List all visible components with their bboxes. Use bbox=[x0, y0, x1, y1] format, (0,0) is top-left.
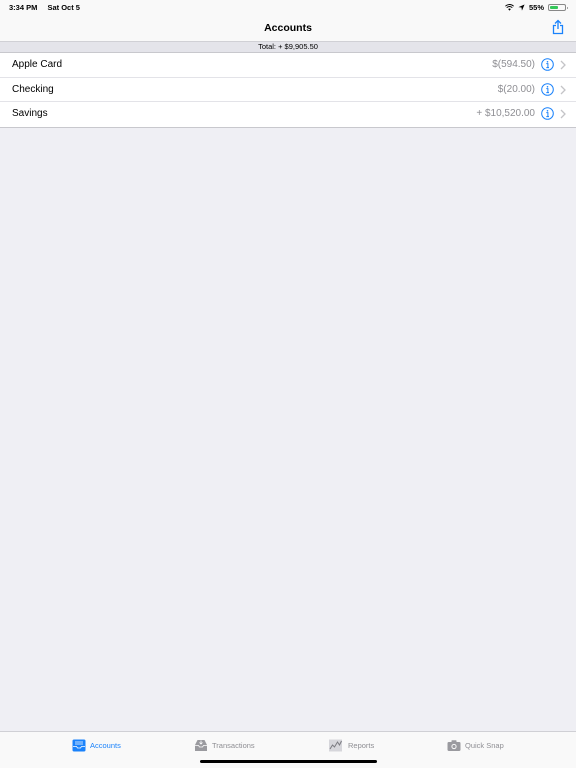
total-value: + $9,905.50 bbox=[278, 42, 318, 51]
transactions-inbox-icon bbox=[195, 740, 207, 751]
tab-label: Reports bbox=[348, 741, 375, 750]
tab-reports[interactable]: Reports bbox=[327, 739, 374, 752]
account-amount: + $10,520.00 bbox=[476, 108, 535, 119]
accounts-list: Apple Card $(594.50) Checking $(20.00) S… bbox=[0, 53, 576, 128]
battery-icon bbox=[548, 4, 568, 11]
tab-accounts[interactable]: Accounts bbox=[72, 739, 121, 752]
account-row-checking[interactable]: Checking $(20.00) bbox=[0, 78, 576, 102]
tab-transactions[interactable]: Transactions bbox=[194, 739, 255, 752]
account-name: Savings bbox=[12, 108, 48, 119]
account-amount: $(20.00) bbox=[497, 83, 535, 95]
account-row-savings[interactable]: Savings + $10,520.00 bbox=[0, 102, 576, 127]
tab-label: Transactions bbox=[212, 741, 255, 750]
account-amount: $(594.50) bbox=[492, 59, 535, 70]
accounts-tray-icon bbox=[72, 739, 86, 752]
share-button[interactable] bbox=[550, 19, 566, 35]
location-icon bbox=[518, 4, 525, 11]
tab-label: Accounts bbox=[90, 741, 121, 750]
account-name: Checking bbox=[12, 83, 54, 95]
account-row-apple-card[interactable]: Apple Card $(594.50) bbox=[0, 53, 576, 78]
home-indicator bbox=[200, 760, 377, 763]
account-name: Apple Card bbox=[12, 59, 63, 70]
navigation-bar: Accounts bbox=[0, 14, 576, 42]
tab-label: Quick Snap bbox=[465, 741, 504, 750]
camera-icon bbox=[447, 740, 461, 751]
wifi-icon bbox=[505, 4, 514, 11]
total-bar: Total: + $9,905.50 bbox=[0, 42, 576, 53]
status-time: 3:34 PM bbox=[9, 3, 38, 12]
reports-chart-icon bbox=[329, 739, 342, 752]
chevron-right-icon bbox=[560, 109, 566, 119]
status-bar: 3:34 PM Sat Oct 5 55% bbox=[0, 0, 576, 14]
total-label: Total: bbox=[258, 42, 276, 51]
page-title: Accounts bbox=[264, 22, 312, 34]
info-button[interactable] bbox=[541, 58, 554, 71]
battery-percent: 55% bbox=[528, 3, 544, 12]
info-button[interactable] bbox=[541, 107, 554, 120]
tab-quick-snap[interactable]: Quick Snap bbox=[447, 739, 504, 752]
chevron-right-icon bbox=[560, 85, 566, 94]
chevron-right-icon bbox=[560, 60, 566, 70]
battery-level bbox=[550, 6, 558, 9]
info-button[interactable] bbox=[541, 82, 554, 96]
status-date: Sat Oct 5 bbox=[47, 3, 80, 12]
